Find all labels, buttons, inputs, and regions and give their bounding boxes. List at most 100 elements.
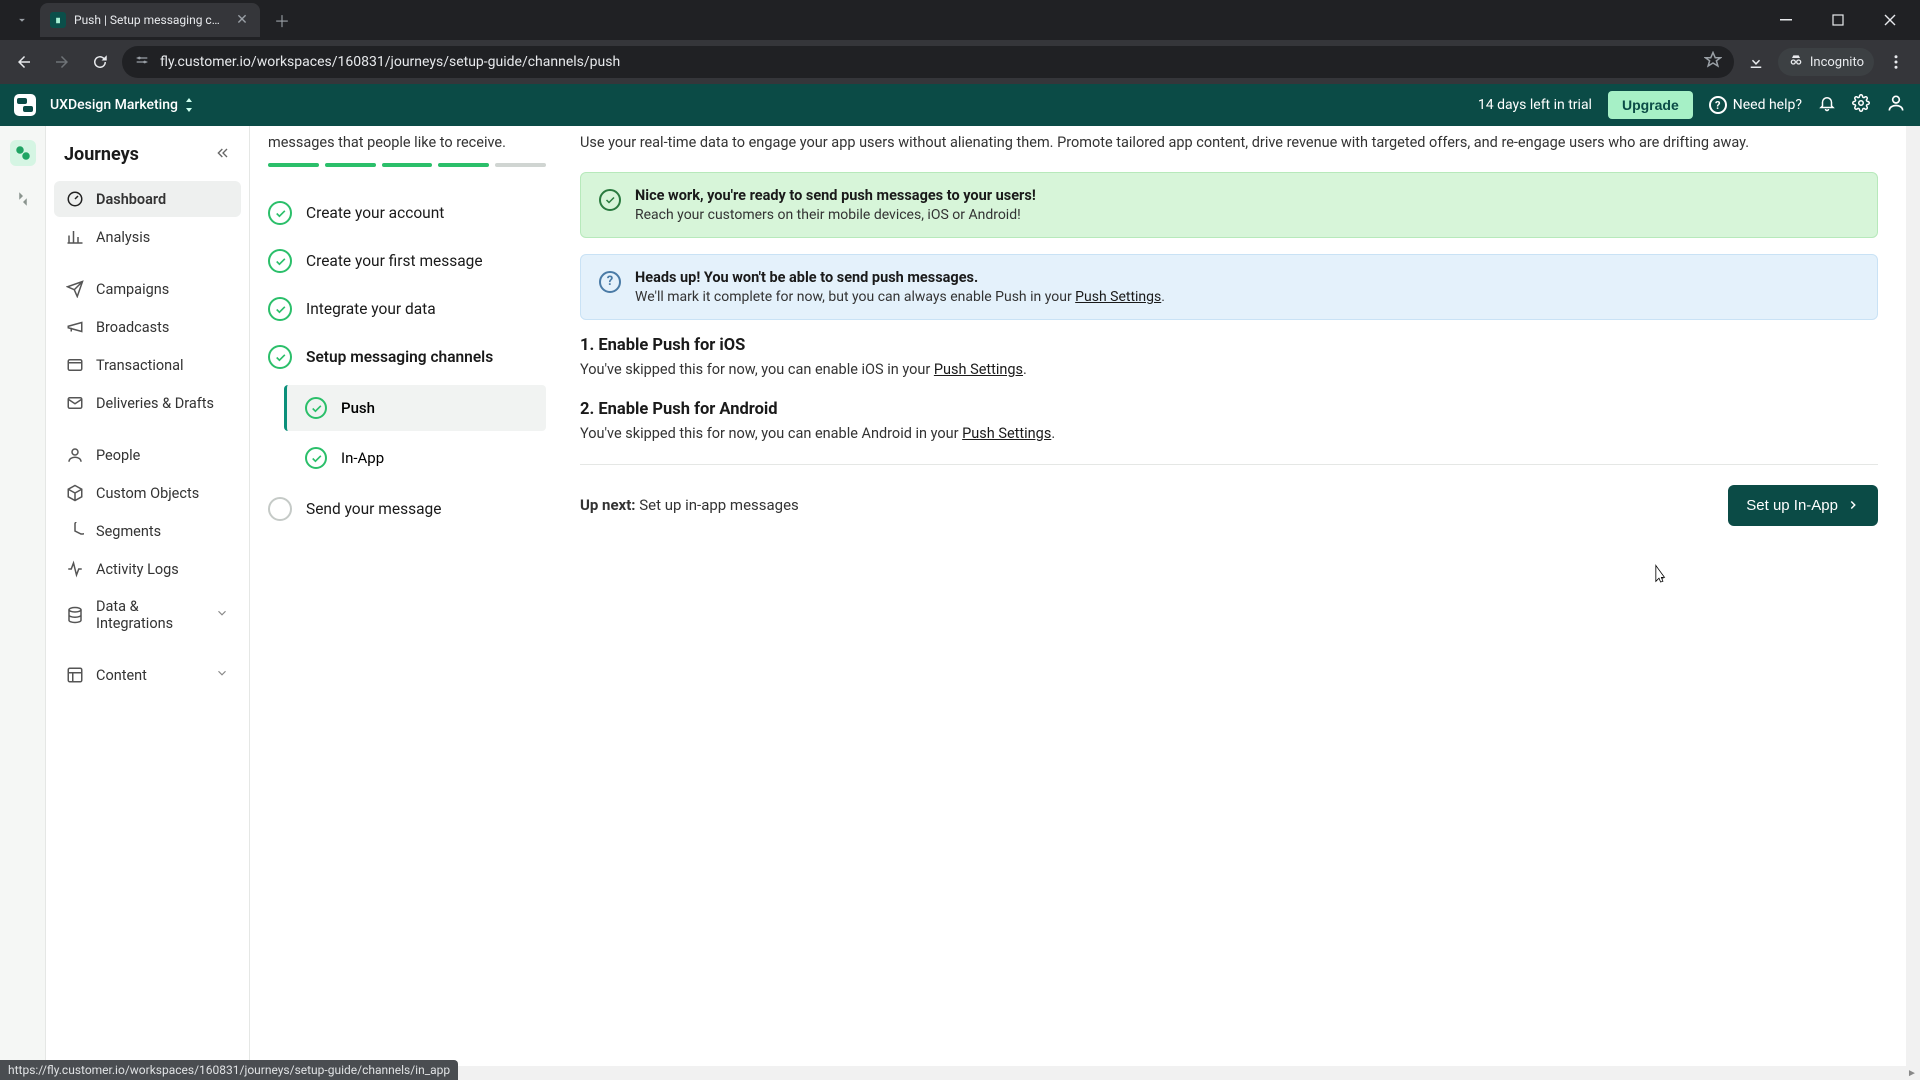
nav-campaigns[interactable]: Campaigns — [54, 271, 241, 307]
window-controls — [1764, 4, 1912, 36]
nav-label: Segments — [96, 523, 161, 540]
rail-secondary-icon[interactable] — [10, 186, 36, 212]
nav-dashboard[interactable]: Dashboard — [54, 181, 241, 217]
section-2-title: 2. Enable Push for Android — [580, 400, 1878, 419]
chevron-down-icon — [215, 606, 229, 624]
substep-push[interactable]: Push — [284, 385, 546, 431]
nav-activity-logs[interactable]: Activity Logs — [54, 551, 241, 587]
app-top-bar: UXDesign Marketing 14 days left in trial… — [0, 84, 1920, 126]
activity-icon — [66, 560, 84, 578]
push-settings-link[interactable]: Push Settings — [1075, 289, 1161, 305]
status-bar: https://fly.customer.io/workspaces/16083… — [0, 1060, 458, 1080]
banner-title: Nice work, you're ready to send push mes… — [635, 187, 1036, 204]
address-bar[interactable]: fly.customer.io/workspaces/160831/journe… — [122, 46, 1734, 78]
nav-label: Campaigns — [96, 281, 169, 298]
step-setup-channels[interactable]: Setup messaging channels — [268, 333, 546, 381]
new-tab-button[interactable]: ＋ — [268, 6, 296, 34]
steps-intro: messages that people like to receive. — [268, 132, 546, 153]
database-icon — [66, 606, 84, 624]
push-settings-link[interactable]: Push Settings — [934, 361, 1023, 378]
nav-segments[interactable]: Segments — [54, 513, 241, 549]
notifications-icon[interactable] — [1818, 94, 1836, 116]
push-settings-link[interactable]: Push Settings — [962, 425, 1051, 442]
mail-icon — [66, 394, 84, 412]
text-part: You've skipped this for now, you can ena… — [580, 361, 934, 378]
tabs-dropdown[interactable] — [8, 6, 36, 34]
reload-button[interactable] — [84, 46, 116, 78]
browser-menu-icon[interactable] — [1880, 46, 1912, 78]
maximize-button[interactable] — [1816, 4, 1860, 36]
empty-circle-icon — [268, 497, 292, 521]
cta-label: Set up In-App — [1746, 497, 1838, 514]
sidebar: Journeys Dashboard Analysis Campaigns Br… — [46, 126, 250, 1080]
cursor-icon — [1651, 564, 1667, 586]
check-circle-icon — [268, 249, 292, 273]
step-label: Create your account — [306, 204, 444, 222]
chevron-right-icon — [1846, 498, 1860, 512]
back-button[interactable] — [8, 46, 40, 78]
nav-analysis[interactable]: Analysis — [54, 219, 241, 255]
setup-inapp-button[interactable]: Set up In-App — [1728, 485, 1878, 526]
help-icon: ? — [1709, 96, 1727, 114]
tab-close-icon[interactable]: ✕ — [234, 12, 250, 28]
substep-label: In-App — [341, 449, 384, 467]
help-link[interactable]: ? Need help? — [1709, 96, 1802, 114]
collapse-sidebar-icon[interactable] — [215, 145, 231, 165]
divider — [580, 464, 1878, 465]
nav-broadcasts[interactable]: Broadcasts — [54, 309, 241, 345]
incognito-badge[interactable]: Incognito — [1778, 48, 1874, 76]
forward-button[interactable] — [46, 46, 78, 78]
browser-tab[interactable]: ∎ Push | Setup messaging chann ✕ — [40, 3, 260, 37]
step-send[interactable]: Send your message — [268, 485, 546, 533]
upgrade-button[interactable]: Upgrade — [1608, 91, 1693, 119]
settings-gear-icon[interactable] — [1852, 94, 1870, 116]
rail-journeys-icon[interactable] — [10, 140, 36, 166]
bookmark-icon[interactable] — [1704, 51, 1722, 73]
step-integrate[interactable]: Integrate your data — [268, 285, 546, 333]
nav-custom-objects[interactable]: Custom Objects — [54, 475, 241, 511]
chevron-down-icon — [215, 666, 229, 684]
nav-deliveries[interactable]: Deliveries & Drafts — [54, 385, 241, 421]
vertical-scrollbar[interactable] — [1906, 126, 1920, 1080]
scroll-right-icon[interactable]: ► — [1904, 1066, 1920, 1080]
downloads-icon[interactable] — [1740, 46, 1772, 78]
progress-seg — [438, 163, 489, 167]
banner-text-part: We'll mark it complete for now, but you … — [635, 289, 1075, 305]
banner-text: Reach your customers on their mobile dev… — [635, 207, 1036, 223]
workspace-name: UXDesign Marketing — [50, 97, 178, 113]
nav-transactional[interactable]: Transactional — [54, 347, 241, 383]
up-next-label: Up next: — [580, 496, 636, 514]
progress-seg — [325, 163, 376, 167]
send-icon — [66, 280, 84, 298]
section-1-text: You've skipped this for now, you can ena… — [580, 361, 1878, 378]
substep-inapp[interactable]: In-App — [284, 435, 546, 481]
site-info-icon[interactable] — [134, 52, 150, 72]
step-label: Send your message — [306, 500, 441, 518]
layout-icon — [66, 666, 84, 684]
success-banner: Nice work, you're ready to send push mes… — [580, 172, 1878, 238]
nav-people[interactable]: People — [54, 437, 241, 473]
check-circle-icon — [305, 397, 327, 419]
nav-label: Data & Integrations — [96, 598, 203, 632]
nav-label: Dashboard — [96, 191, 166, 208]
account-avatar-icon[interactable] — [1886, 93, 1906, 117]
nav-label: People — [96, 447, 140, 464]
address-row: fly.customer.io/workspaces/160831/journe… — [0, 40, 1920, 84]
step-first-message[interactable]: Create your first message — [268, 237, 546, 285]
nav-label: Deliveries & Drafts — [96, 395, 214, 412]
progress-bar — [268, 163, 546, 167]
progress-seg — [268, 163, 319, 167]
nav-content[interactable]: Content — [54, 657, 241, 693]
check-circle-icon — [268, 345, 292, 369]
workspace-switcher[interactable]: UXDesign Marketing — [50, 97, 194, 113]
pie-icon — [66, 522, 84, 540]
gauge-icon — [66, 190, 84, 208]
app-logo[interactable] — [14, 94, 36, 116]
tab-strip: ∎ Push | Setup messaging chann ✕ ＋ — [0, 0, 1920, 40]
step-create-account[interactable]: Create your account — [268, 189, 546, 237]
minimize-button[interactable] — [1764, 4, 1808, 36]
close-window-button[interactable] — [1868, 4, 1912, 36]
step-label: Setup messaging channels — [306, 348, 493, 366]
nav-data-integrations[interactable]: Data & Integrations — [54, 589, 241, 641]
help-label: Need help? — [1733, 97, 1802, 113]
